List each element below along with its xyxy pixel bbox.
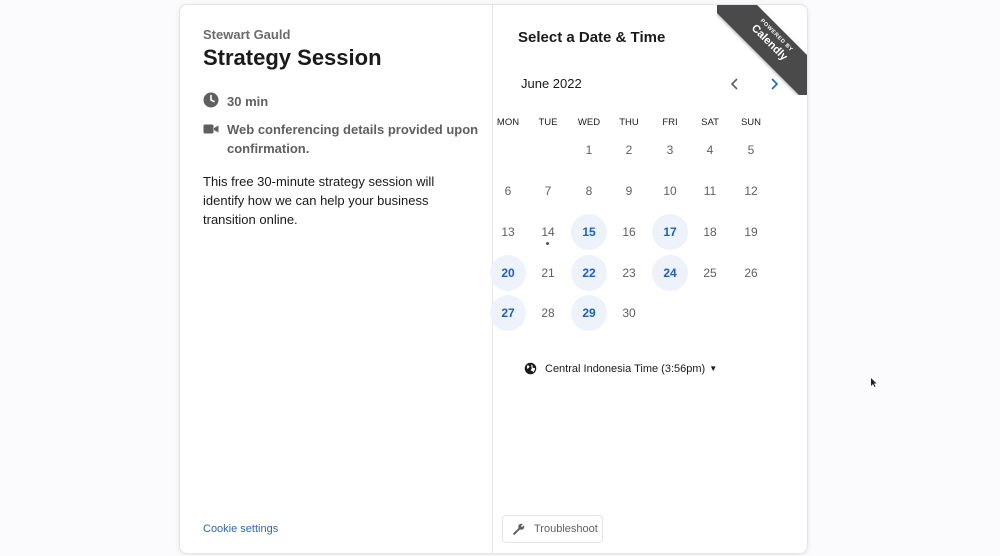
calendar-day: 7 (530, 173, 566, 209)
month-label: June 2022 (521, 76, 582, 91)
day-number: 20 (501, 266, 515, 280)
weekday-label: MON (496, 117, 520, 128)
calendar-day: 4 (692, 132, 728, 168)
event-details-panel: Stewart Gauld Strategy Session 30 min We… (180, 5, 493, 553)
weekday-label: FRI (662, 117, 678, 128)
globe-icon (524, 362, 537, 375)
available-day-button[interactable]: 15 (571, 214, 607, 250)
weekday-label: SUN (740, 117, 762, 128)
weekday-label: SAT (701, 117, 719, 128)
calendar-day: 2 (611, 132, 647, 168)
timezone-selector[interactable]: Central Indonesia Time (3:56pm) ▼ (524, 362, 717, 375)
calendar-day: 30 (611, 295, 647, 331)
calendly-ribbon: POWERED BY Calendly (717, 5, 807, 95)
available-day-button[interactable]: 17 (652, 214, 688, 250)
day-number: 13 (501, 225, 515, 239)
weekday-label: TUE (538, 117, 558, 128)
day-number: 24 (663, 266, 677, 280)
calendar-day: 6 (490, 173, 526, 209)
day-number: 12 (744, 184, 758, 198)
weekday-label: WED (577, 117, 601, 128)
clock-icon (203, 92, 219, 108)
day-number: 8 (585, 184, 593, 198)
conferencing-row: Web conferencing details provided upon c… (203, 120, 478, 158)
troubleshoot-label: Troubleshoot (534, 523, 598, 535)
today-indicator (546, 242, 549, 245)
available-day-button[interactable]: 29 (571, 295, 607, 331)
day-number: 23 (622, 266, 636, 280)
calendar-day: 28 (530, 295, 566, 331)
calendar-day: 21 (530, 255, 566, 291)
event-owner: Stewart Gauld (203, 27, 291, 42)
calendar-day: 3 (652, 132, 688, 168)
calendar-day: 19 (733, 214, 769, 250)
day-number: 26 (744, 266, 758, 280)
video-camera-icon (203, 124, 219, 134)
calendar-day: 12 (733, 173, 769, 209)
calendar-day: 10 (652, 173, 688, 209)
scheduling-card: Stewart Gauld Strategy Session 30 min We… (179, 4, 808, 554)
day-number: 15 (582, 225, 596, 239)
day-number: 9 (625, 184, 633, 198)
event-title: Strategy Session (203, 45, 382, 70)
day-number: 19 (744, 225, 758, 239)
day-number: 5 (747, 143, 755, 157)
day-number: 22 (582, 266, 596, 280)
calendar-day: 26 (733, 255, 769, 291)
powered-by-badge[interactable]: POWERED BY Calendly (717, 5, 807, 95)
day-number: 2 (625, 143, 633, 157)
available-day-button[interactable]: 20 (490, 255, 526, 291)
mouse-cursor-icon (871, 378, 877, 387)
day-number: 25 (703, 266, 717, 280)
wrench-icon (512, 523, 525, 535)
day-number: 29 (582, 306, 596, 320)
calendar-day: 14 (530, 214, 566, 250)
day-number: 17 (663, 225, 677, 239)
day-number: 1 (585, 143, 593, 157)
day-number: 6 (504, 184, 512, 198)
calendar-day: 1 (571, 132, 607, 168)
calendar-day: 23 (611, 255, 647, 291)
powered-by-text: POWERED BY (758, 18, 794, 54)
conferencing-line1: Web conferencing details provided upon (227, 122, 479, 137)
calendar-day: 18 (692, 214, 728, 250)
troubleshoot-button[interactable]: Troubleshoot (502, 515, 603, 543)
day-number: 10 (663, 184, 677, 198)
calendar-day: 8 (571, 173, 607, 209)
conferencing-line2: confirmation. (227, 141, 310, 156)
event-description: This free 30-minute strategy session wil… (203, 174, 435, 227)
day-number: 28 (541, 306, 555, 320)
calendar-heading: Select a Date & Time (518, 29, 666, 46)
calendar-day: 11 (692, 173, 728, 209)
caret-down-icon: ▼ (709, 364, 718, 373)
conferencing-text: Web conferencing details provided upon c… (227, 120, 478, 158)
calendar-day: 16 (611, 214, 647, 250)
day-number: 4 (706, 143, 714, 157)
day-number: 14 (541, 225, 555, 239)
available-day-button[interactable]: 22 (571, 255, 607, 291)
available-day-button[interactable]: 27 (490, 295, 526, 331)
day-number: 11 (703, 184, 717, 198)
duration-text: 30 min (227, 94, 269, 109)
duration-row: 30 min (203, 92, 268, 111)
day-number: 27 (501, 306, 515, 320)
cookie-settings-link[interactable]: Cookie settings (203, 523, 278, 535)
day-number: 18 (703, 225, 717, 239)
available-day-button[interactable]: 24 (652, 255, 688, 291)
calendar-day: 5 (733, 132, 769, 168)
day-number: 16 (622, 225, 636, 239)
weekday-label: THU (619, 117, 639, 128)
calendar-day: 25 (692, 255, 728, 291)
calendar-day: 9 (611, 173, 647, 209)
day-number: 7 (544, 184, 552, 198)
day-number: 3 (666, 143, 674, 157)
timezone-label: Central Indonesia Time (3:56pm) (545, 362, 706, 375)
day-number: 30 (622, 306, 636, 320)
calendar-panel: Select a Date & Time June 2022 MON TUE WED… (490, 5, 807, 553)
day-number: 21 (541, 266, 555, 280)
calendar-day: 13 (490, 214, 526, 250)
